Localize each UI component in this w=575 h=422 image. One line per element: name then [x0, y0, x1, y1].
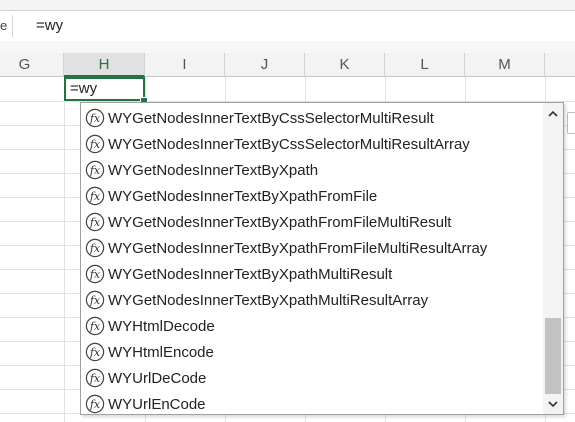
- svg-text:fx: fx: [89, 372, 101, 385]
- autocomplete-item[interactable]: fx WYGetNodesInnerTextByXpath: [81, 157, 541, 183]
- scroll-thumb[interactable]: [545, 318, 561, 394]
- autocomplete-scrollbar[interactable]: [543, 103, 563, 414]
- autocomplete-item-label: WYGetNodesInnerTextByXpathFromFileMultiR…: [108, 213, 452, 231]
- autocomplete-item[interactable]: fx WYHtmlEncode: [81, 339, 541, 365]
- column-header-m[interactable]: M: [465, 53, 545, 77]
- name-box-edge[interactable]: e: [0, 18, 7, 33]
- active-cell-text: =wy: [70, 80, 98, 97]
- autocomplete-item-label: WYGetNodesInnerTextByXpath: [108, 161, 319, 179]
- function-fx-icon: fx: [85, 212, 105, 232]
- svg-text:fx: fx: [89, 268, 101, 281]
- function-fx-icon: fx: [85, 394, 105, 414]
- ribbon-edge: [0, 0, 575, 10]
- autocomplete-item-label: WYGetNodesInnerTextByXpathMultiResult: [108, 265, 393, 283]
- formula-bar: e =wy: [0, 10, 575, 42]
- svg-text:fx: fx: [89, 216, 101, 229]
- autocomplete-item[interactable]: fx WYGetNodesInnerTextByXpathFromFileMult…: [81, 209, 541, 235]
- gridline-vertical: [64, 77, 65, 422]
- svg-text:fx: fx: [89, 294, 101, 307]
- autocomplete-item-label: WYGetNodesInnerTextByXpathFromFileMultiR…: [108, 239, 488, 257]
- autocomplete-item-label: WYGetNodesInnerTextByXpathMultiResultArr…: [108, 291, 429, 309]
- active-cell-h2[interactable]: =wy: [64, 77, 145, 101]
- svg-text:fx: fx: [89, 320, 101, 333]
- function-fx-icon: fx: [85, 134, 105, 154]
- autocomplete-item[interactable]: fx WYUrlDeCode: [81, 365, 541, 391]
- svg-text:fx: fx: [89, 190, 101, 203]
- column-header-g[interactable]: G: [0, 53, 64, 77]
- column-header-j[interactable]: J: [225, 53, 305, 77]
- function-fx-icon: fx: [85, 160, 105, 180]
- autocomplete-item[interactable]: fx WYGetNodesInnerTextByXpathMultiResult: [81, 261, 541, 287]
- autocomplete-item[interactable]: fx WYHtmlDecode: [81, 313, 541, 339]
- formula-autocomplete-list[interactable]: fx WYGetNodesInnerTextByCssSelectorMultiR…: [80, 102, 564, 415]
- scroll-down-icon[interactable]: [543, 395, 563, 413]
- svg-text:fx: fx: [89, 398, 101, 411]
- autocomplete-item-label: WYGetNodesInnerTextByCssSelectorMultiRes…: [108, 135, 470, 153]
- autocomplete-item-label: WYUrlDeCode: [108, 369, 207, 387]
- function-fx-icon: fx: [85, 342, 105, 362]
- function-fx-icon: fx: [85, 186, 105, 206]
- autocomplete-item-label: WYHtmlEncode: [108, 343, 214, 361]
- formula-bar-separator: [12, 15, 13, 37]
- autocomplete-item-label: WYGetNodesInnerTextByCssSelectorMultiRes…: [108, 109, 434, 127]
- autocomplete-item-label: WYUrlEnCode: [108, 395, 206, 413]
- svg-text:fx: fx: [89, 138, 101, 151]
- column-header-partial: [545, 53, 575, 77]
- column-header-l[interactable]: L: [385, 53, 465, 77]
- autocomplete-item[interactable]: fx WYGetNodesInnerTextByXpathMultiResultA…: [81, 287, 541, 313]
- column-header-h[interactable]: H: [64, 53, 145, 77]
- scroll-up-icon[interactable]: [543, 105, 563, 123]
- function-fx-icon: fx: [85, 264, 105, 284]
- svg-text:fx: fx: [89, 242, 101, 255]
- column-header-k[interactable]: K: [305, 53, 385, 77]
- autocomplete-item[interactable]: fx WYGetNodesInnerTextByXpathFromFile: [81, 183, 541, 209]
- formula-input[interactable]: =wy: [36, 17, 63, 34]
- function-fx-icon: fx: [85, 108, 105, 128]
- autocomplete-item[interactable]: fx WYGetNodesInnerTextByCssSelectorMultiR…: [81, 105, 541, 131]
- autocomplete-item[interactable]: fx WYGetNodesInnerTextByCssSelectorMultiR…: [81, 131, 541, 157]
- autocomplete-item[interactable]: fx WYUrlEnCode: [81, 391, 541, 417]
- autocomplete-item-label: WYGetNodesInnerTextByXpathFromFile: [108, 187, 378, 205]
- svg-text:fx: fx: [89, 112, 101, 125]
- svg-text:fx: fx: [89, 346, 101, 359]
- svg-text:fx: fx: [89, 164, 101, 177]
- function-fx-icon: fx: [85, 368, 105, 388]
- function-fx-icon: fx: [85, 290, 105, 310]
- autocomplete-item[interactable]: fx WYGetNodesInnerTextByXpathFromFileMult…: [81, 235, 541, 261]
- sheet-top-gap: [0, 41, 575, 53]
- column-header-i[interactable]: I: [145, 53, 225, 77]
- side-control-edge[interactable]: [567, 112, 575, 134]
- autocomplete-item-label: WYHtmlDecode: [108, 317, 215, 335]
- function-fx-icon: fx: [85, 316, 105, 336]
- function-fx-icon: fx: [85, 238, 105, 258]
